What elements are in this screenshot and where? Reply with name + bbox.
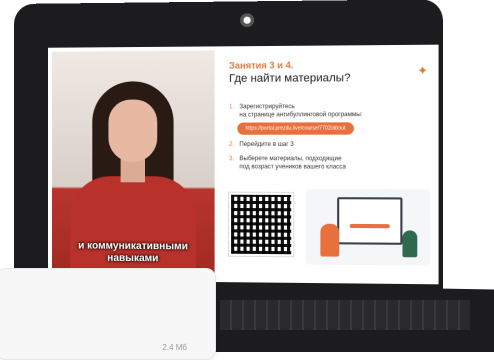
program-link[interactable]: https://portal.prezdu.live/course/7702/a… <box>237 122 354 134</box>
step-text: под возраст учеников вашего класса <box>239 163 346 171</box>
step-text: на странице антибуллинговой программы: <box>239 111 362 119</box>
lesson-slide: ✦ Занятия 3 и 4. Где найти материалы? 1.… <box>229 59 432 280</box>
illustration <box>306 189 430 266</box>
monitor-bar <box>350 224 390 228</box>
webcam-icon <box>240 14 253 27</box>
laptop-keyboard <box>220 300 470 330</box>
subtitle-line-2: навыками <box>52 252 215 265</box>
step-item: 3. Выберете материалы, подходящие под во… <box>229 155 432 172</box>
slide-title: Занятия 3 и 4. <box>229 59 432 71</box>
step-number: 3. <box>229 155 239 171</box>
qr-code <box>229 193 293 257</box>
laptop-lid: и коммуникативными навыками ✦ Занятия 3 … <box>14 0 443 299</box>
video-subtitle: и коммуникативными навыками <box>52 240 215 266</box>
steps-list: 1. Зарегистрируйтесь на странице антибул… <box>229 103 432 172</box>
monitor-illustration <box>337 197 402 245</box>
sparkle-icon: ✦ <box>417 63 428 78</box>
step-item: 1. Зарегистрируйтесь на странице антибул… <box>229 103 432 135</box>
step-item: 2. Перейдите в шаг 3 <box>229 141 432 149</box>
presenter-face <box>108 99 157 162</box>
laptop-screen: и коммуникативными навыками ✦ Занятия 3 … <box>48 45 439 285</box>
step-number: 2. <box>229 141 239 149</box>
step-text: Выберете материалы, подходящие <box>239 155 346 163</box>
file-size: 2.4 Мб <box>162 343 187 352</box>
plant-illustration <box>402 230 417 257</box>
file-card[interactable]: 2.4 Мб <box>0 268 216 360</box>
person-illustration <box>320 224 339 257</box>
video-player[interactable]: и коммуникативными навыками <box>52 50 215 277</box>
slide-subtitle: Где найти материалы? <box>229 72 432 85</box>
step-text: Перейдите в шаг 3 <box>239 141 293 149</box>
